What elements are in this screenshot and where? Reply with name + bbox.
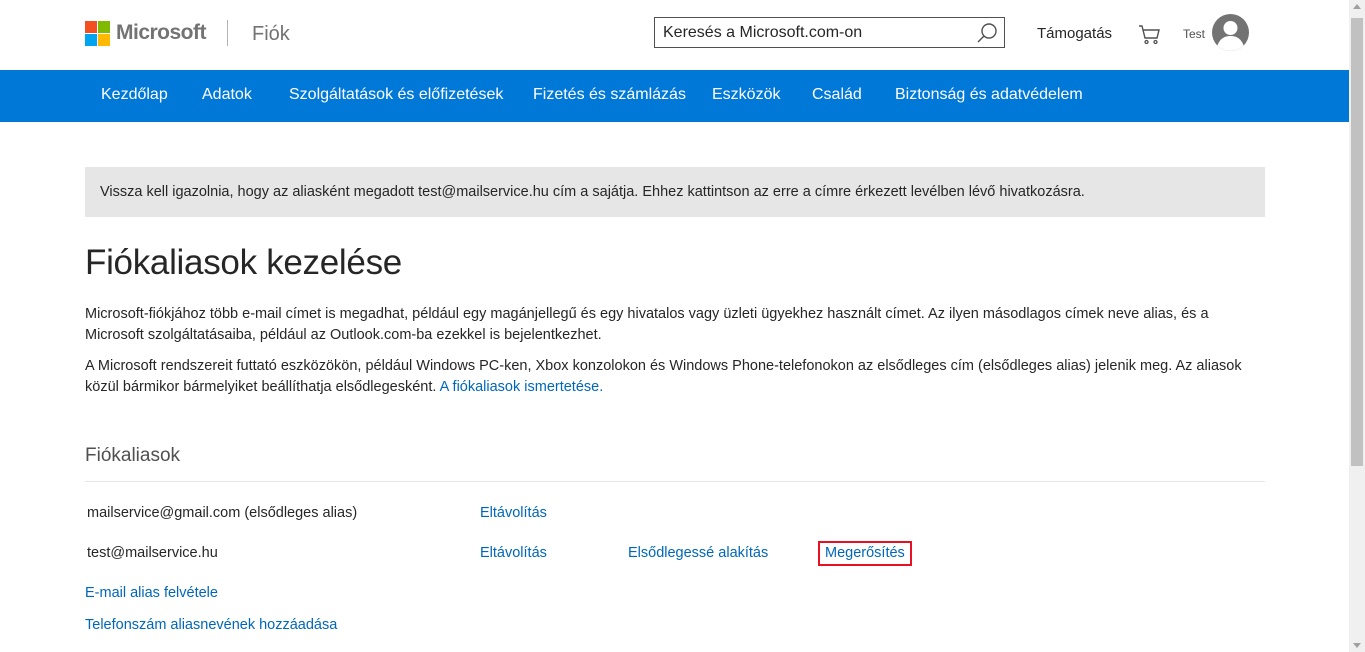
notice-text: Vissza kell igazolnia, hogy az aliasként… bbox=[100, 184, 1085, 200]
user-icon bbox=[1216, 21, 1245, 51]
remove-primary-alias-link[interactable]: Eltávolítás bbox=[480, 505, 547, 521]
primary-alias-paragraph: A Microsoft rendszereit futtató eszközök… bbox=[85, 356, 1255, 398]
avatar[interactable] bbox=[1212, 14, 1249, 51]
alias-address-primary: mailservice@gmail.com (elsődleges alias) bbox=[87, 505, 358, 521]
nav-item-services[interactable]: Szolgáltatások és előfizetések bbox=[289, 86, 503, 104]
site-header: Microsoft Fiók Támogatás Test bbox=[0, 0, 1349, 70]
search-input[interactable] bbox=[663, 23, 963, 43]
verify-alias-link[interactable]: Megerősítés bbox=[825, 545, 905, 561]
add-email-alias-link[interactable]: E-mail alias felvétele bbox=[85, 585, 218, 601]
page-scrollbar[interactable] bbox=[1349, 0, 1365, 652]
main-nav: Kezdőlap Adatok Szolgáltatások és előfiz… bbox=[0, 70, 1349, 122]
nav-item-security[interactable]: Biztonság és adatvédelem bbox=[895, 86, 1083, 104]
section-divider bbox=[85, 481, 1265, 482]
nav-item-devices[interactable]: Eszközök bbox=[712, 86, 780, 104]
support-link[interactable]: Támogatás bbox=[1037, 25, 1112, 42]
verification-notice: Vissza kell igazolnia, hogy az aliasként… bbox=[85, 167, 1265, 217]
header-divider bbox=[227, 20, 228, 46]
scroll-up-arrow-icon[interactable] bbox=[1353, 4, 1361, 9]
section-name[interactable]: Fiók bbox=[252, 23, 290, 46]
primary-alias-text: A Microsoft rendszereit futtató eszközök… bbox=[85, 358, 1242, 395]
nav-item-payment[interactable]: Fizetés és számlázás bbox=[533, 86, 686, 104]
nav-item-info[interactable]: Adatok bbox=[202, 86, 252, 104]
alias-address-secondary: test@mailservice.hu bbox=[87, 545, 218, 561]
make-primary-link[interactable]: Elsődlegessé alakítás bbox=[628, 545, 768, 561]
remove-secondary-alias-link[interactable]: Eltávolítás bbox=[480, 545, 547, 561]
microsoft-logo-icon[interactable] bbox=[85, 21, 111, 47]
scroll-down-arrow-icon[interactable] bbox=[1353, 643, 1361, 648]
nav-item-family[interactable]: Család bbox=[812, 86, 862, 104]
user-name[interactable]: Test bbox=[1183, 27, 1205, 41]
add-phone-alias-link[interactable]: Telefonszám aliasnevének hozzáadása bbox=[85, 617, 337, 633]
intro-paragraph: Microsoft-fiókjához több e-mail címet is… bbox=[85, 306, 1209, 343]
search-box bbox=[654, 17, 1005, 48]
shopping-cart-icon[interactable] bbox=[1138, 22, 1162, 46]
nav-item-home[interactable]: Kezdőlap bbox=[101, 86, 168, 104]
aliases-help-link[interactable]: A fiókaliasok ismertetése. bbox=[440, 379, 604, 395]
aliases-section-title: Fiókaliasok bbox=[85, 445, 181, 466]
page-title: Fiókaliasok kezelése bbox=[85, 243, 402, 282]
search-icon[interactable] bbox=[975, 21, 999, 45]
brand-name[interactable]: Microsoft bbox=[116, 21, 207, 45]
scrollbar-thumb[interactable] bbox=[1351, 18, 1363, 466]
